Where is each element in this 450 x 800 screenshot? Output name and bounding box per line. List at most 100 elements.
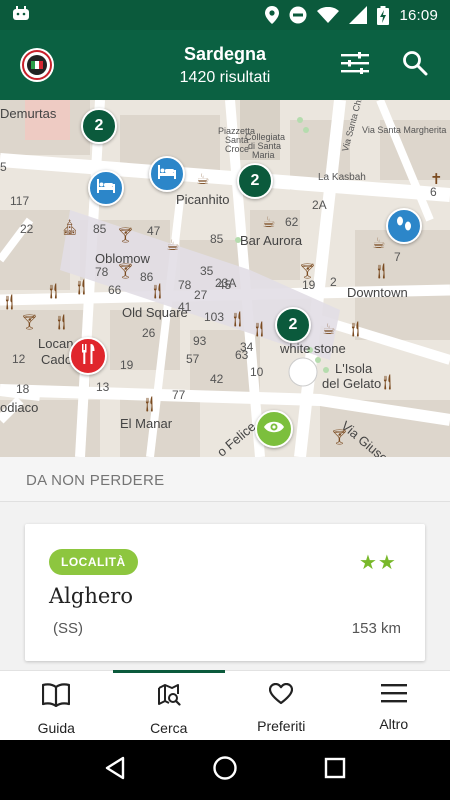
restaurant-icon[interactable]: 🍴︎ (250, 322, 269, 337)
home-icon (212, 755, 238, 786)
nav-label-guida: Guida (37, 720, 75, 736)
restaurant-pin[interactable] (69, 337, 107, 375)
nav-item-preferiti[interactable]: Preferiti (225, 671, 338, 741)
house-number: 19 (120, 358, 134, 372)
house-number: 35 (200, 264, 214, 278)
cafe-icon[interactable]: ☕︎ (262, 215, 275, 230)
house-number: 26 (142, 326, 156, 340)
restaurant-icon[interactable]: 🍴︎ (44, 284, 63, 299)
app-screen: 16:09 Sardegna 1420 risultati Demurtas P… (0, 0, 450, 800)
place-label-white-stone: white stone (280, 341, 346, 356)
house-number: 2 (330, 275, 337, 289)
cocktail-bar-icon[interactable]: 🍸︎ (116, 264, 135, 279)
house-number: 85 (210, 232, 224, 246)
back-button[interactable] (95, 750, 135, 790)
house-number: 66 (108, 283, 122, 297)
battery-charging-icon (377, 5, 390, 25)
status-time: 16:09 (399, 6, 438, 24)
cafe-icon[interactable]: ☕︎ (322, 322, 335, 337)
cocktail-bar-icon[interactable]: 🍸︎ (330, 430, 349, 445)
nav-label-altro: Altro (379, 716, 409, 732)
restaurant-icon[interactable]: 🍴︎ (346, 322, 365, 337)
heart-icon (269, 682, 294, 710)
fork-knife-icon (80, 343, 96, 369)
restaurant-icon[interactable]: 🍴︎ (372, 264, 391, 279)
place-label-isola-gelato-2: del Gelato (322, 376, 382, 391)
sightseeing-pin[interactable] (255, 410, 293, 448)
app-title: Sardegna (183, 44, 267, 64)
house-number: 18 (16, 382, 30, 396)
eye-icon (263, 420, 285, 439)
filter-button[interactable] (339, 50, 371, 80)
category-badge: LOCALITÀ (49, 549, 138, 575)
nav-label-cerca: Cerca (150, 720, 188, 736)
house-number: 27 (194, 288, 208, 302)
house-number: 19 (302, 278, 316, 292)
section-header: DA NON PERDERE (0, 457, 450, 502)
house-number: 57 (186, 352, 200, 366)
footprints-icon (395, 215, 413, 238)
restaurant-icon[interactable]: 🍴︎ (140, 397, 159, 412)
restaurant-icon[interactable]: 🍴︎ (148, 284, 167, 299)
search-button[interactable] (399, 49, 431, 81)
house-number: 103 (204, 310, 225, 324)
android-notification-icon (12, 5, 30, 26)
distance-label: 153 km (351, 620, 401, 637)
restaurant-icon[interactable]: 🍴︎ (72, 280, 91, 295)
place-card[interactable]: LOCALITÀ ★★ Alghero (SS) 153 km (25, 524, 425, 661)
map-view[interactable]: Demurtas Piazzetta Santa Croce Collegiat… (0, 100, 450, 457)
house-number: 10 (250, 365, 264, 379)
map-search-icon (157, 683, 181, 712)
do-not-disturb-icon (289, 6, 307, 24)
nav-item-guida[interactable]: Guida (0, 671, 113, 741)
bed-icon (96, 178, 116, 198)
cocktail-bar-icon[interactable]: 🍸︎ (116, 228, 135, 243)
cafe-icon[interactable]: ☕︎ (196, 172, 209, 187)
monument-icon[interactable]: ⛪︎ (60, 220, 79, 235)
restaurant-icon[interactable]: 🍴︎ (0, 295, 19, 310)
restaurant-icon[interactable]: 🍴︎ (228, 312, 247, 327)
house-number: 12 (12, 352, 26, 366)
house-number: 47 (147, 224, 161, 238)
place-label-locanda: Locan (38, 336, 74, 351)
house-number: 41 (178, 300, 192, 314)
place-label-el-manar: El Manar (120, 416, 173, 431)
house-number: 78 (95, 265, 109, 279)
house-number: 42 (210, 372, 224, 386)
cafe-icon[interactable]: ☕︎ (166, 238, 179, 253)
house-number: 78 (178, 278, 192, 292)
nav-item-altro[interactable]: Altro (338, 671, 450, 741)
rating-stars: ★★ (359, 552, 397, 574)
place-label-locanda-2: Cado (41, 352, 73, 367)
cocktail-bar-icon[interactable]: 🍸︎ (20, 315, 39, 330)
house-number: 93 (193, 334, 207, 348)
nav-item-cerca[interactable]: Cerca (112, 670, 226, 741)
restaurant-icon[interactable]: 🍴︎ (378, 375, 397, 390)
house-number: 23A (215, 276, 237, 290)
hotel-pin[interactable] (149, 156, 185, 192)
house-number: 2A (312, 198, 327, 212)
nav-label-preferiti: Preferiti (257, 718, 306, 734)
house-number: 77 (172, 388, 186, 402)
place-label-isola-gelato: L'Isola (335, 361, 373, 376)
map-cluster[interactable]: 2 (275, 307, 311, 343)
bed-icon (157, 164, 177, 184)
cafe-icon[interactable]: ☕︎ (372, 236, 385, 251)
province-label: (SS) (53, 620, 83, 637)
search-icon (402, 50, 428, 81)
recents-icon (324, 757, 346, 784)
recents-button[interactable] (315, 750, 355, 790)
map-cluster[interactable]: 2 (81, 108, 117, 144)
map-cluster[interactable]: 2 (237, 163, 273, 199)
menu-icon (380, 683, 407, 708)
church-icon[interactable]: ✝︎ (430, 172, 443, 187)
home-button[interactable] (205, 750, 245, 790)
walking-tour-pin[interactable] (386, 208, 422, 244)
cocktail-bar-icon[interactable]: 🍸︎ (298, 264, 317, 279)
restaurant-icon[interactable]: 🍴︎ (52, 315, 71, 330)
place-label-demurtas: Demurtas (0, 106, 57, 121)
place-label-downtown: Downtown (347, 285, 408, 300)
app-logo-icon[interactable] (20, 48, 54, 82)
hotel-pin[interactable] (88, 170, 124, 206)
back-icon (104, 756, 126, 785)
